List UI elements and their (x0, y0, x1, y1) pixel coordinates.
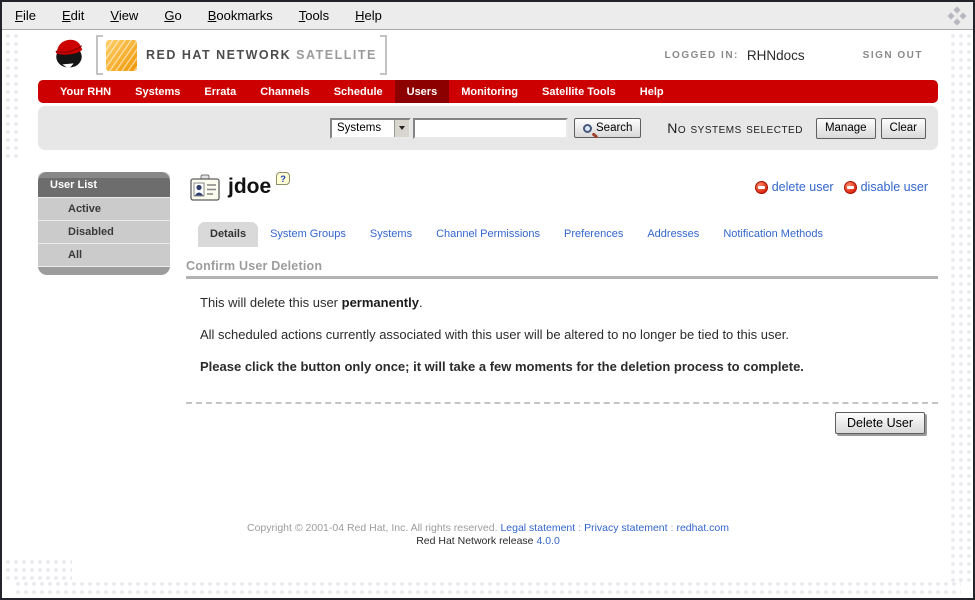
search-input[interactable] (413, 117, 568, 139)
logged-in-label: LOGGED IN: (664, 49, 739, 61)
brand-wordmark: RED HAT NETWORK SATELLITE (146, 48, 377, 62)
user-tabs: Details System Groups Systems Channel Pe… (186, 222, 938, 247)
search-icon (583, 123, 592, 133)
disable-user-label: disable user (860, 180, 928, 194)
tab-system-groups[interactable]: System Groups (258, 222, 358, 247)
brand-bracket-left-icon (96, 35, 103, 75)
help-balloon-icon[interactable]: ? (276, 172, 291, 185)
login-area: LOGGED IN: RHNdocs SIGN OUT (664, 48, 923, 63)
logged-in-username: RHNdocs (746, 47, 805, 63)
chevron-down-icon (399, 126, 405, 130)
confirm-text-1-prefix: This will delete this user (200, 295, 342, 310)
sidebar-item-active[interactable]: Active (38, 197, 170, 220)
nav-schedule[interactable]: Schedule (322, 80, 395, 103)
confirm-text-1: This will delete this user permanently. (200, 295, 938, 311)
legal-statement-link[interactable]: Legal statement (500, 522, 575, 534)
brand-name: RED HAT NETWORK (146, 48, 292, 62)
search-button-label: Search (596, 122, 633, 134)
nav-monitoring[interactable]: Monitoring (449, 80, 530, 103)
menu-tools[interactable]: Tools (299, 8, 329, 23)
sidebar-item-disabled[interactable]: Disabled (38, 220, 170, 243)
nav-satellite-tools[interactable]: Satellite Tools (530, 80, 628, 103)
search-category-value: Systems (337, 122, 382, 134)
top-nav: Your RHN Systems Errata Channels Schedul… (38, 80, 938, 103)
search-category-select[interactable]: Systems (330, 117, 411, 139)
tab-channel-permissions[interactable]: Channel Permissions (424, 222, 552, 247)
nav-channels[interactable]: Channels (248, 80, 322, 103)
menu-edit[interactable]: Edit (62, 8, 84, 23)
brand-product: SATELLITE (296, 48, 377, 62)
disable-minus-icon (843, 180, 857, 194)
nav-help[interactable]: Help (628, 80, 676, 103)
page-header: RED HAT NETWORK SATELLITE LOGGED IN: RHN… (2, 30, 973, 80)
red-hat-shadowman-icon (50, 36, 88, 75)
title-row: jdoe ? delete user disable user (186, 172, 938, 206)
sidebar-title: User List (38, 172, 170, 197)
copyright-text: Copyright © 2001-04 Red Hat, Inc. All ri… (247, 522, 498, 534)
delete-user-button[interactable]: Delete User (835, 412, 925, 434)
tab-systems[interactable]: Systems (358, 222, 424, 247)
page: RED HAT NETWORK SATELLITE LOGGED IN: RHN… (2, 30, 973, 598)
sign-out-link[interactable]: SIGN OUT (863, 50, 923, 61)
sidebar-user-list: User List Active Disabled All (38, 172, 170, 434)
browser-menubar: File Edit View Go Bookmarks Tools Help (2, 2, 973, 30)
manage-button[interactable]: Manage (815, 117, 876, 139)
browser-throbber-icon (947, 6, 967, 26)
menu-go[interactable]: Go (164, 8, 181, 23)
delete-minus-icon (754, 180, 768, 194)
footer-separator-2: : (670, 522, 674, 534)
user-id-card-icon (190, 174, 220, 206)
redhat-com-link[interactable]: redhat.com (676, 522, 729, 534)
menu-view[interactable]: View (110, 8, 138, 23)
systems-selected-text: No systems selected (667, 120, 803, 136)
search-form: Systems Search (330, 117, 642, 139)
delete-user-label: delete user (771, 180, 834, 194)
tab-notification-methods[interactable]: Notification Methods (711, 222, 835, 247)
page-title: jdoe (228, 175, 272, 198)
browser-window: File Edit View Go Bookmarks Tools Help R… (0, 0, 975, 600)
section-rule (186, 276, 938, 279)
delete-user-link[interactable]: delete user (754, 180, 834, 194)
page-footer: Copyright © 2001-04 Red Hat, Inc. All ri… (38, 522, 938, 548)
search-strip: Systems Search No systems selected Manag… (38, 106, 938, 150)
confirm-text-2: All scheduled actions currently associat… (200, 327, 789, 342)
user-actions: delete user disable user (745, 180, 938, 194)
nav-errata[interactable]: Errata (192, 80, 248, 103)
select-dropdown-button[interactable] (394, 119, 409, 137)
release-line: Red Hat Network release 4.0.0 (38, 535, 938, 548)
rhn-brand: RED HAT NETWORK SATELLITE (50, 35, 387, 75)
footer-separator: : (578, 522, 582, 534)
system-selection-status: No systems selected Manage Clear (667, 117, 926, 139)
dot-pattern-bottom (14, 580, 961, 596)
confirm-text-3: Please click the button only once; it wi… (200, 359, 804, 374)
release-label: Red Hat Network release (416, 535, 534, 547)
menu-file[interactable]: File (15, 8, 36, 23)
nav-your-rhn[interactable]: Your RHN (48, 80, 123, 103)
dot-pattern-bottom-left (4, 558, 72, 584)
section-heading: Confirm User Deletion (186, 259, 323, 273)
confirm-text-1-bold: permanently (341, 295, 419, 310)
rhn-satellite-tile-icon (106, 39, 137, 71)
release-version-link[interactable]: 4.0.0 (536, 535, 559, 547)
sidebar-bottom-cap (38, 266, 170, 275)
tab-preferences[interactable]: Preferences (552, 222, 635, 247)
tab-addresses[interactable]: Addresses (635, 222, 711, 247)
sidebar-item-all[interactable]: All (38, 243, 170, 266)
privacy-statement-link[interactable]: Privacy statement (584, 522, 667, 534)
brand-bracket-right-icon (379, 35, 387, 75)
menu-bookmarks[interactable]: Bookmarks (208, 8, 273, 23)
disable-user-link[interactable]: disable user (843, 180, 928, 194)
confirm-text-1-suffix: . (418, 295, 423, 310)
nav-users[interactable]: Users (394, 80, 450, 103)
search-button[interactable]: Search (574, 118, 642, 138)
dashed-divider (186, 402, 938, 404)
dot-pattern-right (949, 32, 971, 584)
footer-copyright-line: Copyright © 2001-04 Red Hat, Inc. All ri… (38, 522, 938, 535)
clear-button[interactable]: Clear (880, 117, 926, 139)
menu-help[interactable]: Help (355, 8, 382, 23)
tab-details[interactable]: Details (198, 222, 259, 247)
nav-systems[interactable]: Systems (123, 80, 192, 103)
main-content: jdoe ? delete user disable user Details … (186, 172, 938, 434)
